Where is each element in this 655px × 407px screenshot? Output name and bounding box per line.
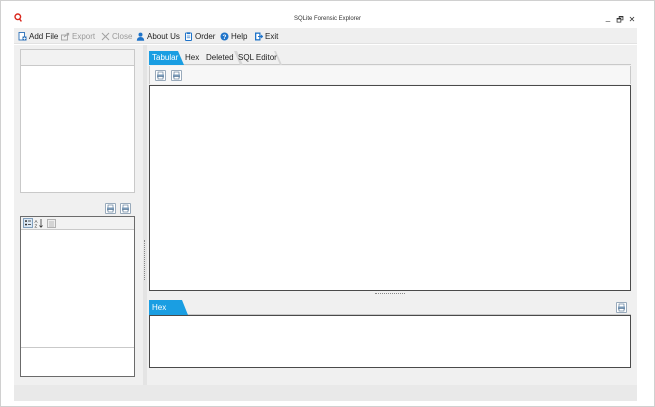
print-icon	[618, 303, 625, 312]
main-tab-strip: Tabular Hex Deleted SQL Editor	[149, 51, 631, 65]
property-description-area	[21, 347, 134, 376]
tab-tabular[interactable]: Tabular	[149, 51, 179, 65]
about-us-button[interactable]: About Us	[136, 31, 180, 41]
property-grid-toolbar: A Z	[21, 217, 134, 230]
exit-icon	[255, 32, 263, 40]
splitter-grip	[144, 240, 146, 280]
app-window: SQLite Forensic Explorer _ 🗗 ✕ Add File …	[0, 0, 655, 407]
file-tree[interactable]	[21, 65, 134, 192]
print-preview-button[interactable]	[105, 203, 116, 214]
close-label: Close	[112, 31, 133, 41]
title-bar: SQLite Forensic Explorer _ 🗗 ✕	[1, 1, 654, 27]
horizontal-splitter[interactable]	[147, 291, 637, 297]
export-icon	[61, 32, 70, 40]
print-icon	[122, 204, 129, 213]
tab-sql-editor[interactable]: SQL Editor	[235, 51, 277, 65]
svg-text:?: ?	[223, 34, 227, 41]
exit-button[interactable]: Exit	[254, 31, 278, 41]
about-us-label: About Us	[147, 31, 180, 41]
order-button[interactable]: Order	[184, 31, 215, 41]
print-button[interactable]	[120, 203, 131, 214]
add-file-icon	[18, 31, 27, 40]
hex-panel-header: Hex	[149, 300, 631, 315]
hex-view[interactable]	[149, 315, 631, 368]
export-label: Export	[72, 31, 96, 41]
close-button[interactable]: Close	[101, 31, 132, 41]
left-pane-toolbar	[20, 203, 135, 215]
file-tree-panel	[20, 49, 135, 193]
print-icon	[157, 71, 164, 80]
categorized-view-icon[interactable]	[23, 218, 33, 228]
left-pane: A Z	[14, 45, 143, 385]
sort-alphabetical-icon[interactable]: A Z	[34, 218, 44, 228]
property-grid: A Z	[20, 216, 135, 377]
help-icon: ?	[220, 32, 229, 41]
maximize-button[interactable]: 🗗	[615, 16, 625, 24]
splitter-grip	[375, 293, 405, 295]
export-button[interactable]: Export	[61, 31, 95, 41]
svg-text:Z: Z	[35, 224, 38, 229]
print-icon	[107, 204, 114, 213]
add-file-button[interactable]: Add File	[18, 31, 58, 41]
hex-print-button[interactable]	[616, 302, 627, 313]
user-icon	[136, 32, 145, 41]
hex-panel-title: Hex	[152, 303, 167, 312]
right-pane: Tabular Hex Deleted SQL Editor Hex	[147, 45, 637, 385]
exit-label: Exit	[265, 31, 279, 41]
tabular-toolbar	[149, 66, 631, 84]
close-x-icon	[101, 32, 110, 40]
main-toolbar: Add File Export Close About Us Order ? H…	[14, 28, 637, 44]
tabular-print-button[interactable]	[171, 70, 182, 81]
help-button[interactable]: ? Help	[220, 31, 247, 41]
order-label: Order	[195, 31, 216, 41]
help-label: Help	[231, 31, 248, 41]
tab-hex[interactable]: Hex	[182, 51, 199, 65]
print-icon	[173, 71, 180, 80]
clipboard-icon	[185, 31, 192, 41]
minimize-button[interactable]: _	[603, 14, 613, 22]
window-title: SQLite Forensic Explorer	[293, 16, 362, 22]
close-window-button[interactable]: ✕	[627, 16, 637, 24]
property-pages-icon[interactable]	[47, 219, 56, 228]
status-bar	[14, 385, 637, 401]
tab-deleted[interactable]: Deleted	[203, 51, 234, 65]
tabular-print-preview-button[interactable]	[155, 70, 166, 81]
add-file-label: Add File	[29, 31, 59, 41]
tabular-data-grid[interactable]	[149, 85, 631, 291]
